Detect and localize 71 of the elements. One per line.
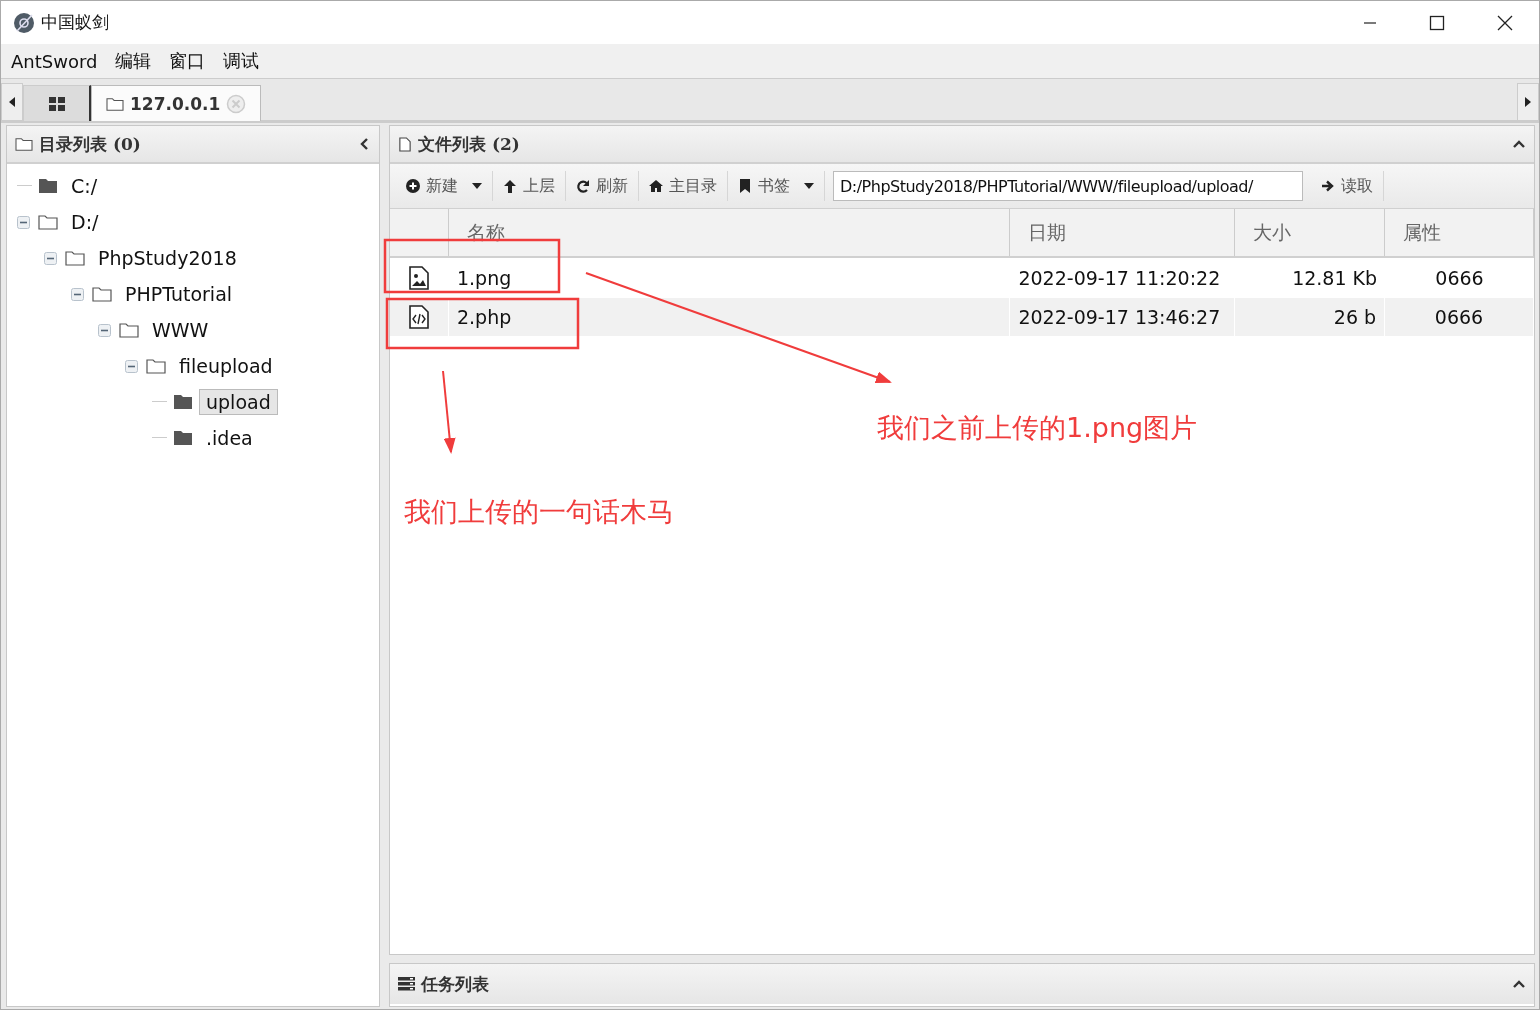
column-header[interactable]: 大小 [1235, 209, 1386, 256]
image-file-icon [408, 266, 431, 290]
collapse-icon[interactable] [1512, 138, 1526, 150]
panel-title: 文件列表 (2) [418, 132, 520, 156]
file-name[interactable]: 1.png [448, 258, 1011, 298]
read-button[interactable]: 读取 [1311, 169, 1383, 203]
table-cell-text: 12.81 Kb [1291, 266, 1379, 291]
toolbar-button[interactable]: 新建 [396, 169, 492, 203]
tree-item[interactable]: .idea [199, 425, 260, 451]
folder-icon [90, 285, 114, 303]
bookmark-icon [738, 179, 752, 193]
grid-icon [48, 96, 65, 111]
tree-item[interactable]: C:/ [64, 173, 105, 199]
menu-item[interactable]: AntSword [11, 50, 98, 72]
table-cell-text: 0666 [1434, 266, 1485, 291]
menu-item[interactable]: 调试 [223, 49, 260, 73]
collapse-toggle-icon[interactable] [98, 323, 111, 337]
scroll-right-button[interactable] [1517, 83, 1539, 121]
folder-icon [106, 95, 124, 112]
tree-item[interactable]: D:/ [64, 209, 106, 235]
tree-item[interactable]: fileupload [172, 353, 280, 379]
arrow-right-icon [1321, 179, 1335, 193]
expand-icon[interactable] [1512, 978, 1526, 990]
folder-icon [15, 136, 33, 152]
collapse-toggle-icon[interactable] [71, 287, 84, 301]
menu-item[interactable]: 编辑 [115, 49, 152, 73]
toolbar-button[interactable]: 上层 [493, 169, 565, 203]
path-field[interactable]: D:/PhpStudy2018/PHPTutorial/WWW/fileupload/upload/ [833, 171, 1303, 201]
toolbar-button[interactable]: 主目录 [639, 169, 727, 203]
list-icon [398, 977, 415, 991]
menu-item[interactable]: 窗口 [169, 49, 206, 73]
tree-item[interactable]: upload [199, 389, 278, 415]
maximize-icon[interactable] [1429, 14, 1445, 31]
refresh-icon [576, 179, 590, 193]
tab[interactable] [23, 85, 91, 121]
folder-icon [36, 213, 60, 231]
app-logo-icon [13, 11, 35, 34]
toolbar-button[interactable]: 书签 [728, 169, 824, 203]
home-icon [649, 179, 663, 193]
column-header[interactable]: 属性 [1385, 209, 1534, 256]
file-name[interactable]: 2.php [448, 298, 1011, 336]
collapse-toggle-icon[interactable] [125, 359, 138, 373]
collapse-toggle-icon[interactable] [17, 215, 30, 229]
column-header[interactable]: 日期 [1010, 209, 1236, 256]
toolbar-button[interactable]: 刷新 [566, 169, 638, 203]
tab[interactable]: 127.0.0.1 [91, 85, 262, 121]
code-file-icon [407, 305, 430, 329]
collapse-toggle-icon[interactable] [44, 251, 57, 265]
folder-icon [144, 357, 168, 375]
annotation-text: 我们之前上传的1.png图片 [877, 411, 1198, 445]
file-icon [398, 135, 412, 153]
annotation-text: 我们上传的一句话木马 [404, 495, 674, 529]
table-cell-text: 2022-09-17 11:20:22 [1017, 266, 1222, 291]
folder-icon [117, 321, 141, 339]
triangle-right-icon [1525, 97, 1531, 107]
tree-item[interactable]: PhpStudy2018 [91, 245, 244, 271]
panel-title: 任务列表 [421, 972, 489, 996]
table-cell: 2022-09-17 13:46:27 [1010, 298, 1236, 336]
table-cell: 26 b [1235, 298, 1386, 336]
triangle-left-icon [9, 97, 15, 107]
folder-icon [63, 249, 87, 267]
window-title: 中国蚁剑 [41, 11, 109, 34]
panel-title: 目录列表 (0) [39, 132, 141, 156]
arrow-up-icon [503, 179, 517, 193]
tree-item[interactable]: WWW [145, 317, 216, 343]
table-cell: 0666 [1385, 298, 1534, 336]
scroll-left-button[interactable] [1, 83, 23, 121]
tree-item[interactable]: PHPTutorial [118, 281, 240, 307]
close-icon[interactable] [1497, 14, 1513, 31]
plus-circle-icon [406, 179, 420, 193]
collapse-icon[interactable] [359, 137, 371, 151]
